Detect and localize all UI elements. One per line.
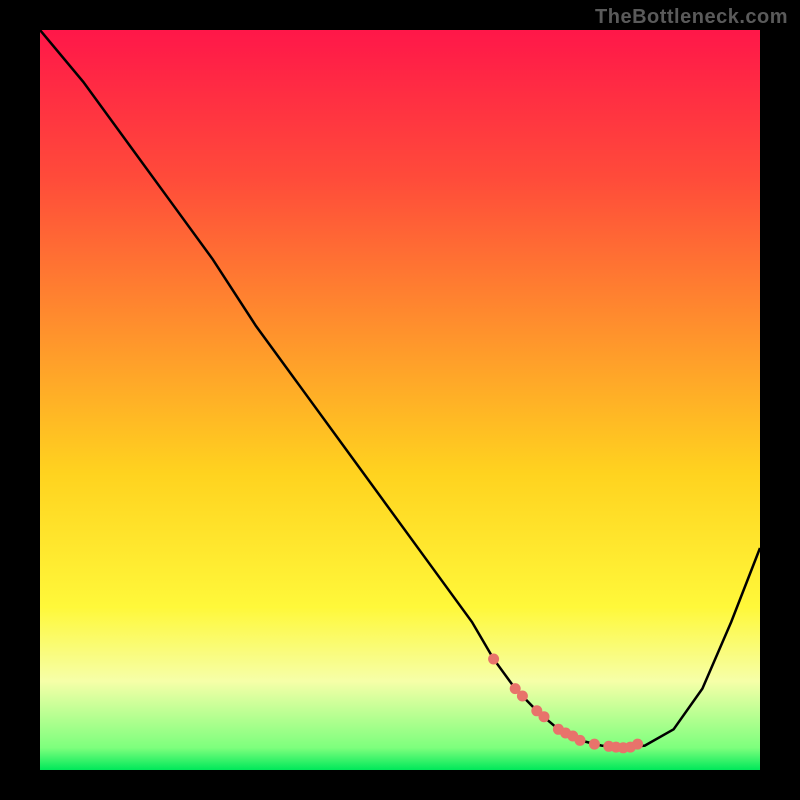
gradient-background bbox=[40, 30, 760, 770]
plot-area bbox=[40, 30, 760, 770]
marker-dot bbox=[632, 739, 643, 750]
chart-container: TheBottleneck.com bbox=[0, 0, 800, 800]
marker-dot bbox=[539, 711, 550, 722]
watermark-text: TheBottleneck.com bbox=[595, 6, 788, 29]
marker-dot bbox=[488, 654, 499, 665]
chart-svg bbox=[40, 30, 760, 770]
marker-dot bbox=[517, 691, 528, 702]
marker-dot bbox=[575, 735, 586, 746]
marker-dot bbox=[589, 739, 600, 750]
